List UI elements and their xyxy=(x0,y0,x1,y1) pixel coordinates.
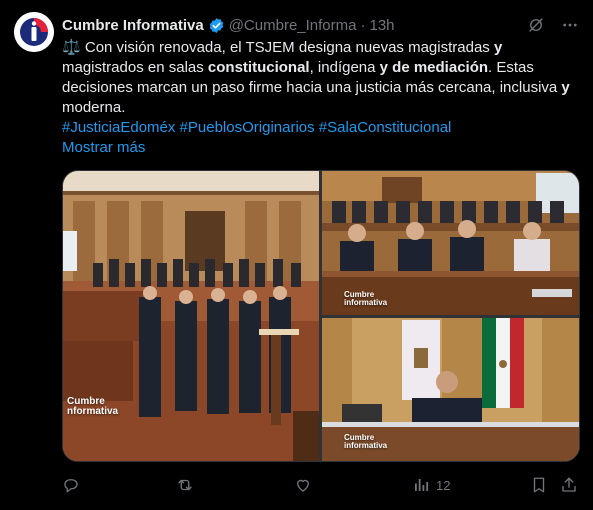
share-icon xyxy=(562,477,576,492)
watermark: Cumbre nformativa xyxy=(67,397,118,417)
tweet: Cumbre Informativa @Cumbre_Informa · 13h xyxy=(0,0,593,510)
tweet-text: ⚖️ Con visión renovada, el TSJEM designa… xyxy=(62,38,582,158)
header-actions xyxy=(527,16,579,34)
repost-icon xyxy=(178,479,192,491)
ceremony-photo-image xyxy=(63,171,319,461)
views-button[interactable]: 12 xyxy=(412,476,450,494)
bookmark-button[interactable] xyxy=(530,476,548,494)
media-grid: Cumbre nformativa Cumbre informativa Cum… xyxy=(62,170,580,462)
tweet-header: Cumbre Informativa @Cumbre_Informa · 13h xyxy=(62,14,579,36)
more-options-icon[interactable] xyxy=(561,16,579,34)
text-bold-segment: y xyxy=(561,79,570,96)
author-handle[interactable]: @Cumbre_Informa xyxy=(229,17,357,34)
text-segment: , indígena xyxy=(309,59,380,76)
avatar[interactable] xyxy=(14,12,54,52)
reply-button[interactable] xyxy=(62,476,80,494)
like-button[interactable] xyxy=(294,476,312,494)
watermark-small-line-2: informativa xyxy=(344,441,388,450)
watermark-small-line-2: informativa xyxy=(344,298,388,307)
photo-ceremony[interactable]: Cumbre nformativa xyxy=(63,171,319,461)
share-button[interactable] xyxy=(560,476,578,494)
text-segment: moderna. xyxy=(62,99,126,116)
separator-dot: · xyxy=(360,16,366,34)
author-name[interactable]: Cumbre Informativa xyxy=(62,17,204,34)
text-segment: magistrados en salas xyxy=(62,59,208,76)
watermark-line-2: nformativa xyxy=(67,406,119,417)
text-bold-segment: y xyxy=(493,39,503,56)
bookmark-icon xyxy=(533,477,545,493)
verified-badge-icon xyxy=(208,17,225,34)
text-segment: Con visión renovada, el TSJEM designa nu… xyxy=(80,39,494,56)
hashtags[interactable]: #JusticiaEdoméx #PueblosOriginarios #Sal… xyxy=(62,118,582,138)
watermark-small: Cumbre informativa xyxy=(344,291,387,307)
scale-emoji: ⚖️ xyxy=(62,39,81,56)
views-count: 12 xyxy=(436,477,451,493)
post-time[interactable]: 13h xyxy=(369,17,394,34)
show-more-link[interactable]: Mostrar más xyxy=(62,138,582,158)
heart-icon xyxy=(297,479,309,492)
photo-presiding[interactable]: Cumbre informativa xyxy=(322,318,579,461)
text-bold-segment: constitucional xyxy=(207,59,310,76)
reply-icon xyxy=(64,479,78,493)
grok-icon[interactable] xyxy=(527,16,545,34)
text-bold-segment: y de mediación xyxy=(379,59,489,76)
watermark-small: Cumbre informativa xyxy=(344,434,387,450)
action-bar: 12 xyxy=(62,474,580,496)
photo-session-table[interactable]: Cumbre informativa xyxy=(322,171,579,315)
repost-button[interactable] xyxy=(176,476,194,494)
cumbre-logo-icon xyxy=(14,12,54,52)
views-chart-icon xyxy=(415,479,429,491)
